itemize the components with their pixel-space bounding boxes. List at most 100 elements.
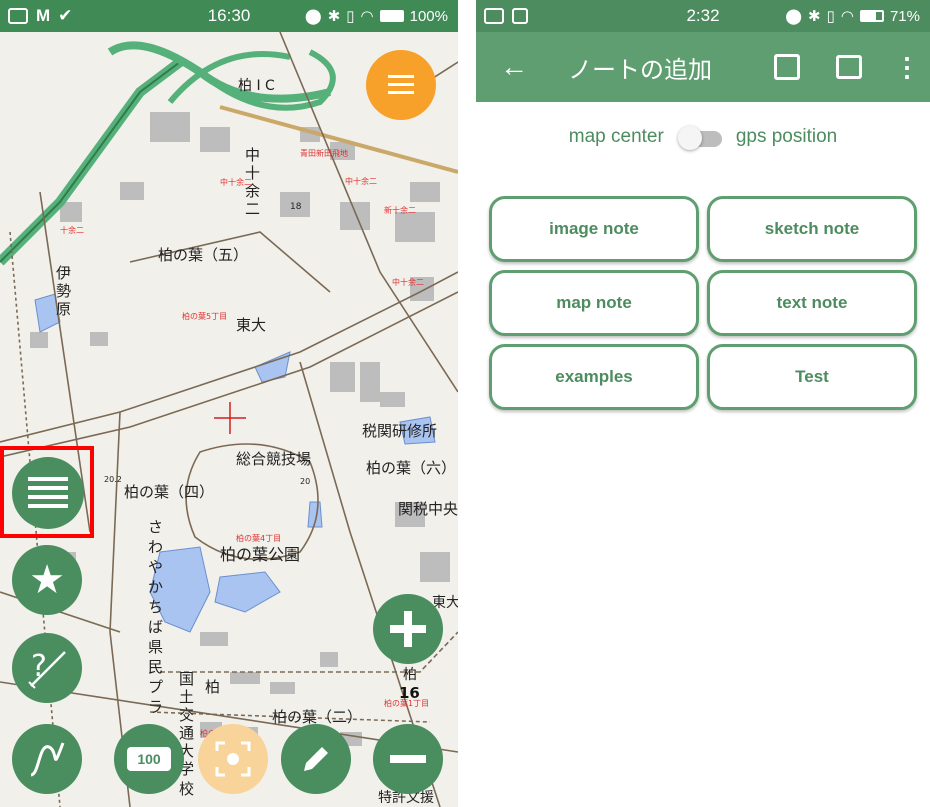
- image-notification-icon: [512, 8, 528, 24]
- map-label-kashiwa: 柏: [205, 678, 220, 696]
- sketch-note-button[interactable]: sketch note: [707, 196, 917, 262]
- measure-icon: ?: [28, 649, 66, 689]
- menu-button[interactable]: [366, 50, 436, 120]
- location-icon: ⬤: [304, 8, 322, 25]
- add-note-screen: 2:32 ⬤ ✱ ▯ ◠ 71% ← ノートの追加 ⋮ map center g…: [476, 0, 930, 807]
- battery-button[interactable]: 100: [114, 724, 184, 794]
- map-label-sawayaka-9: プ: [148, 678, 163, 696]
- map-label-kokudo-4: 通: [179, 724, 194, 742]
- map-label-sawayaka-2: わ: [148, 538, 163, 556]
- track-button[interactable]: [12, 724, 82, 794]
- back-arrow-icon[interactable]: ←: [500, 51, 528, 83]
- map-label-sawayaka-10: ラ: [148, 698, 163, 716]
- notification-icon: [8, 8, 28, 24]
- map-screen: M ✔ 16:30 ⬤ ✱ ▯ ◠ 100% 柏 I C 中 十 余 二 18 …: [0, 0, 458, 807]
- hamburger-icon: [388, 75, 414, 94]
- vibrate-icon: ▯: [826, 8, 835, 25]
- image-note-button[interactable]: image note: [489, 196, 699, 262]
- map-label-kanzei: 関税中央: [398, 500, 458, 518]
- map-label-18: 18: [290, 202, 302, 212]
- map-red-label: 柏の葉5丁目: [182, 311, 227, 321]
- battery-icon: [379, 10, 404, 22]
- map-label-kokudo-1: 国: [179, 670, 194, 688]
- status-time: 16:30: [207, 6, 251, 25]
- map-center-label: map center: [568, 126, 664, 147]
- map-red-label: 中十余二: [220, 177, 252, 187]
- map-red-label: 十余二: [60, 225, 84, 235]
- zoom-in-button[interactable]: [373, 594, 443, 664]
- location-source-switch[interactable]: [677, 126, 722, 150]
- status-bar: M ✔ 16:30 ⬤ ✱ ▯ ◠ 100%: [0, 0, 458, 32]
- map-red-label: 柏の葉4丁目: [236, 533, 281, 543]
- battery-percent: 100%: [409, 7, 448, 25]
- vibrate-icon: ▯: [346, 8, 355, 25]
- measure-button[interactable]: ?: [12, 633, 82, 703]
- map-label-naka-1: 中: [245, 146, 260, 164]
- map-label-kokudo-2: 土: [179, 688, 194, 706]
- zoom-level: 16: [399, 684, 420, 702]
- plus-icon: [390, 611, 426, 647]
- notes-list-icon[interactable]: [774, 54, 800, 80]
- status-bar: 2:32 ⬤ ✱ ▯ ◠ 71%: [476, 0, 930, 32]
- map-label-kashiwa-2: 柏: [403, 667, 417, 683]
- map-label-kokudo-3: 交: [179, 706, 194, 724]
- route-curve-icon: [30, 742, 65, 777]
- pencil-icon: [304, 747, 328, 771]
- wifi-icon: ◠: [360, 8, 374, 25]
- app-bar: ← ノートの追加 ⋮: [476, 32, 930, 102]
- bluetooth-icon: ✱: [327, 8, 341, 25]
- favorite-button[interactable]: ★: [12, 545, 82, 615]
- map-label-park: 柏の葉公園: [220, 545, 300, 564]
- examples-button[interactable]: examples: [489, 344, 699, 410]
- layer-list-button[interactable]: [12, 457, 84, 529]
- map-label-sawayaka-7: 県: [148, 638, 163, 656]
- zoom-out-button[interactable]: [373, 724, 443, 794]
- notification-icon: [484, 8, 504, 24]
- map-label-elev2: 20: [300, 477, 310, 486]
- more-options-icon[interactable]: ⋮: [894, 54, 920, 80]
- map-label-sawayaka-3: や: [148, 558, 163, 576]
- edit-button[interactable]: [281, 724, 351, 794]
- map-label-sawayaka-1: さ: [148, 518, 163, 536]
- map-red-label: 中十余二: [345, 176, 377, 186]
- gps-position-label: gps position: [735, 126, 838, 147]
- location-source-row: map center gps position: [476, 126, 930, 150]
- map-label-hanoha6: 柏の葉（六）: [366, 459, 456, 477]
- minus-icon: [390, 755, 426, 763]
- map-red-label: 中十余二: [392, 277, 424, 287]
- map-label-todai: 東大: [236, 316, 266, 334]
- map-label-naka-4: 二: [245, 200, 260, 218]
- check-icon: ✔: [58, 6, 73, 25]
- map-red-label: 新十余二: [384, 205, 416, 215]
- focus-icon: [215, 741, 251, 777]
- battery-percent: 71%: [889, 7, 920, 25]
- map-label-ic: 柏 I C: [238, 78, 275, 94]
- screenshot-button[interactable]: [198, 724, 268, 794]
- test-button[interactable]: Test: [707, 344, 917, 410]
- mail-icon: M: [36, 6, 51, 25]
- list-icon: [28, 477, 68, 508]
- map-note-button[interactable]: map note: [489, 270, 699, 336]
- map-label-sawayaka-5: ち: [148, 598, 163, 616]
- map-label-ise-1: 伊: [56, 264, 71, 282]
- gallery-icon[interactable]: [836, 55, 862, 79]
- status-time: 2:32: [686, 6, 720, 25]
- map-label-sawayaka-4: か: [148, 578, 163, 596]
- map-label-ise-3: 原: [56, 300, 71, 318]
- location-icon: ⬤: [785, 8, 803, 25]
- map-label-sogo: 総合競技場: [236, 450, 311, 468]
- map-label-hanoha5: 柏の葉（五）: [158, 246, 248, 264]
- map-label-hanoha4: 柏の葉（四）: [124, 483, 214, 501]
- map-label-zeikan: 税関研修所: [362, 422, 437, 440]
- map-label-kokudo-7: 校: [179, 780, 194, 798]
- map-label-sawayaka-6: ば: [148, 618, 163, 636]
- text-note-button[interactable]: text note: [707, 270, 917, 336]
- map-red-label: 青田新田飛地: [300, 148, 348, 158]
- battery-large-icon: 100: [127, 747, 171, 771]
- star-icon: ★: [29, 558, 65, 602]
- page-title: ノートの追加: [568, 56, 712, 84]
- bluetooth-icon: ✱: [808, 8, 821, 25]
- battery-icon: [859, 10, 884, 22]
- map-label-elev: 20.2: [104, 475, 122, 484]
- map-label-sawayaka-8: 民: [148, 658, 163, 676]
